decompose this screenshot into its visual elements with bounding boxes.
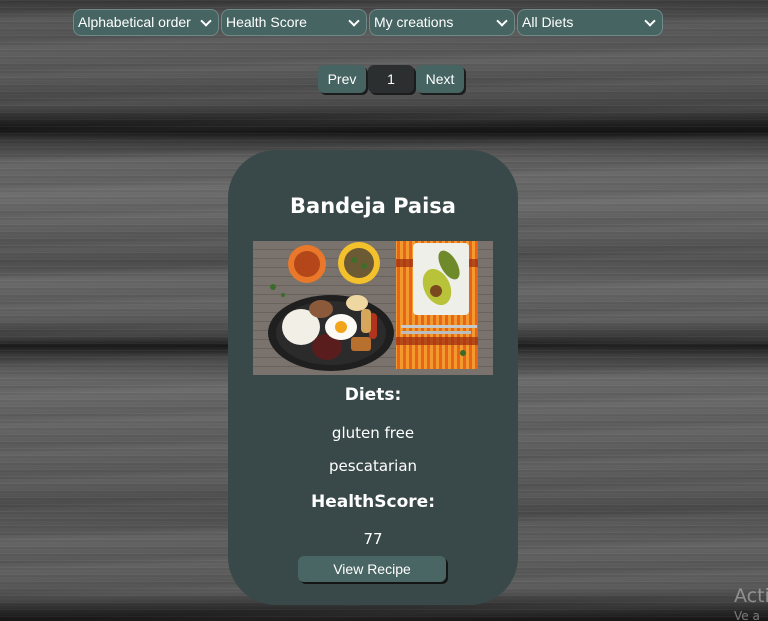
health-score-heading: HealthScore:	[311, 492, 435, 512]
recipe-image	[253, 241, 493, 375]
prev-page-button[interactable]: Prev	[318, 65, 366, 93]
view-recipe-button[interactable]: View Recipe	[298, 556, 446, 582]
diet-select[interactable]: All Diets	[517, 9, 663, 36]
diet-select-value: All Diets	[522, 14, 574, 30]
next-page-button[interactable]: Next	[416, 65, 464, 93]
recipe-title: Bandeja Paisa	[290, 194, 456, 218]
filter-bar: Alphabetical order Health Score My creat…	[73, 9, 663, 36]
chevron-down-icon	[200, 15, 212, 27]
diet-item: gluten free	[331, 424, 415, 442]
source-select-value: My creations	[374, 14, 454, 30]
health-score-value: 77	[363, 530, 383, 548]
windows-activation-watermark: Acti	[734, 585, 768, 607]
diet-item: pescatarian	[328, 457, 418, 475]
recipe-card: Bandeja Paisa Diets: gluten free pescata…	[228, 150, 518, 605]
source-select[interactable]: My creations	[369, 9, 515, 36]
diets-heading: Diets:	[344, 385, 402, 405]
chevron-down-icon	[348, 15, 360, 27]
page-number-button[interactable]: 1	[368, 65, 414, 93]
sort-select-value: Alphabetical order	[78, 14, 191, 30]
chevron-down-icon	[644, 15, 656, 27]
chevron-down-icon	[496, 15, 508, 27]
health-score-select-value: Health Score	[226, 14, 307, 30]
sort-select[interactable]: Alphabetical order	[73, 9, 219, 36]
pagination: Prev 1 Next	[318, 65, 464, 93]
health-score-select[interactable]: Health Score	[221, 9, 367, 36]
windows-activation-watermark-sub: Ve a	[734, 609, 760, 621]
